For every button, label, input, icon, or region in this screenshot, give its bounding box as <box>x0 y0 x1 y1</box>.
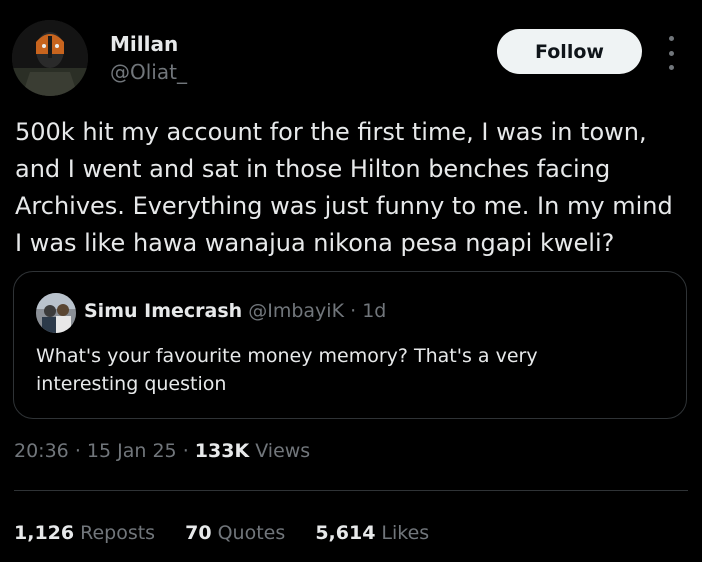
reposts-stat[interactable]: 1,126 Reposts <box>14 522 155 544</box>
tweet-line: Archives. Everything was just funny to m… <box>15 192 673 220</box>
reposts-label: Reposts <box>80 522 156 544</box>
quoted-line: What's your favourite money memory? That… <box>36 345 538 367</box>
author-avatar-image <box>12 20 88 96</box>
quoted-author-handle[interactable]: @ImbayiK <box>248 300 344 322</box>
quotes-stat[interactable]: 70 Quotes <box>185 522 285 544</box>
meta-separator: · <box>74 440 81 462</box>
quoted-timestamp[interactable]: 1d <box>362 300 386 322</box>
quoted-author-name[interactable]: Simu Imecrash <box>84 300 242 322</box>
quoted-tweet-card[interactable]: Simu Imecrash @ImbayiK · 1d What's your … <box>13 271 687 419</box>
engagement-stats: 1,126 Reposts 70 Quotes 5,614 Likes <box>14 522 453 544</box>
likes-count: 5,614 <box>315 522 376 544</box>
tweet-line: 500k hit my account for the first time, … <box>15 118 647 146</box>
reposts-count: 1,126 <box>14 522 75 544</box>
meta-separator: · <box>182 440 189 462</box>
quoted-avatar-image <box>36 293 76 333</box>
tweet-text: 500k hit my account for the first time, … <box>15 114 695 262</box>
tweet-line: I was like hawa wanajua nikona pesa ngap… <box>15 229 615 257</box>
tweet-date[interactable]: 15 Jan 25 <box>87 440 177 462</box>
quoted-tweet-header: Simu Imecrash @ImbayiK · 1d <box>84 300 386 322</box>
views-count: 133K <box>194 440 250 462</box>
quoted-separator: · <box>350 300 357 322</box>
likes-stat[interactable]: 5,614 Likes <box>315 522 429 544</box>
quoted-line: interesting question <box>36 373 227 395</box>
quotes-count: 70 <box>185 522 212 544</box>
quoted-author-avatar[interactable] <box>36 293 76 333</box>
tweet-line: and I went and sat in those Hilton bench… <box>15 155 611 183</box>
views-label: Views <box>255 440 311 462</box>
author-name[interactable]: Millan <box>110 32 178 56</box>
tweet-time[interactable]: 20:36 <box>14 440 69 462</box>
quoted-tweet-text: What's your favourite money memory? That… <box>36 342 666 398</box>
author-handle[interactable]: @Oliat_ <box>110 60 187 84</box>
author-avatar[interactable] <box>12 20 88 96</box>
follow-button[interactable]: Follow <box>497 29 642 74</box>
quotes-label: Quotes <box>217 522 286 544</box>
more-options-icon[interactable] <box>664 36 678 70</box>
tweet-meta: 20:36 · 15 Jan 25 · 133K Views <box>14 440 310 462</box>
divider <box>14 490 688 491</box>
likes-label: Likes <box>381 522 430 544</box>
